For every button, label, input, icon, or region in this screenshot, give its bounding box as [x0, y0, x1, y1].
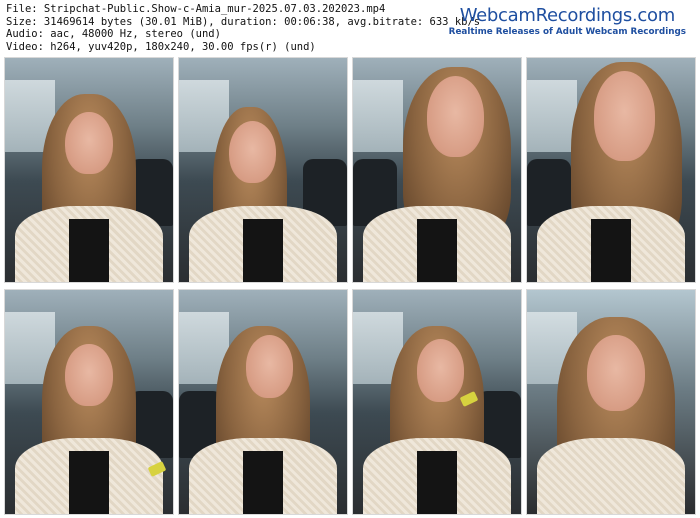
- logo-title: WebcamRecordings.com: [459, 5, 676, 26]
- person-top: [68, 219, 110, 282]
- person-top: [242, 451, 284, 514]
- audio-info-line: Audio: aac, 48000 Hz, stereo (und): [6, 28, 221, 41]
- thumbnail-6[interactable]: [178, 289, 348, 515]
- person-face: [229, 120, 277, 184]
- file-size-line: Size: 31469614 bytes (30.01 MiB), durati…: [6, 15, 481, 28]
- person-cardigan: [537, 437, 685, 514]
- person-face: [587, 334, 645, 411]
- thumbnail-8[interactable]: [526, 289, 696, 515]
- thumbnail-3[interactable]: [352, 57, 522, 283]
- logo-tagline: Realtime Releases of Adult Webcam Record…: [448, 27, 686, 37]
- video-info-line: Video: h264, yuv420p, 180x240, 30.00 fps…: [6, 40, 316, 53]
- file-info: File: Stripchat-Public.Show-c-Amia_mur-2…: [6, 3, 480, 53]
- site-logo: WebcamRecordings.com Realtime Releases o…: [449, 6, 686, 38]
- person-top: [68, 451, 110, 514]
- person-face: [65, 343, 113, 407]
- person-top: [416, 451, 458, 514]
- person-top: [590, 219, 632, 282]
- thumbnail-7[interactable]: [352, 289, 522, 515]
- person-face: [416, 339, 464, 402]
- thumbnail-2[interactable]: [178, 57, 348, 283]
- person-top: [242, 219, 284, 282]
- thumbnail-4[interactable]: [526, 57, 696, 283]
- thumbnail-1[interactable]: [4, 57, 174, 283]
- person-face: [594, 71, 655, 162]
- person-top: [416, 219, 458, 282]
- person-face: [65, 111, 113, 175]
- person-face: [246, 334, 294, 398]
- thumbnail-grid: [4, 57, 696, 515]
- person-face: [426, 75, 485, 157]
- file-name-line: File: Stripchat-Public.Show-c-Amia_mur-2…: [6, 3, 386, 15]
- train-window: [527, 80, 578, 153]
- train-window: [353, 80, 404, 153]
- thumbnail-5[interactable]: [4, 289, 174, 515]
